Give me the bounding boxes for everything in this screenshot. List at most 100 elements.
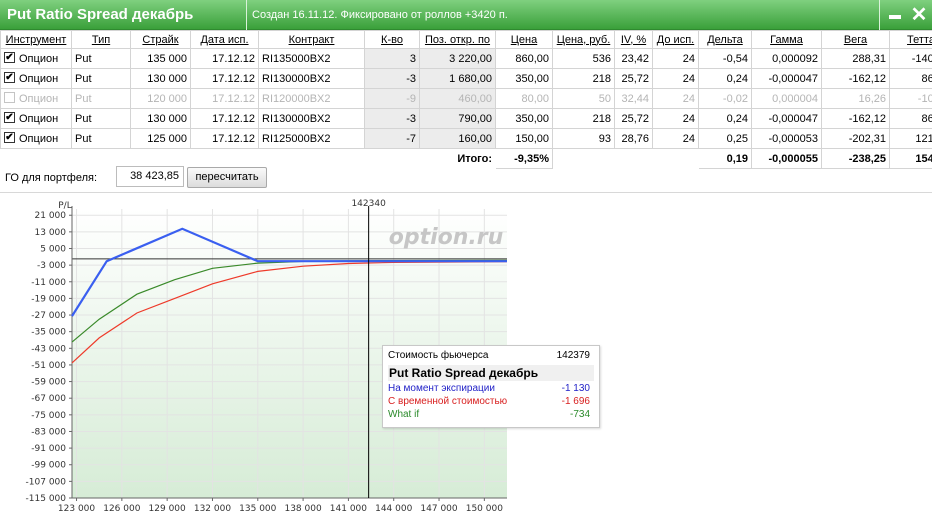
cell-date: 17.12.12 — [190, 108, 259, 129]
table-row[interactable]: ✔ Опцион Put 125 000 17.12.12 RI125000BX2 -7 16… — [0, 128, 932, 149]
col-header-price-rub[interactable]: Цена, руб. — [552, 30, 615, 49]
cell-open-price[interactable]: 790,00 — [419, 108, 496, 129]
col-header-date[interactable]: Дата исп. — [190, 30, 259, 49]
cell-vega: -162,12 — [821, 108, 890, 129]
cell-open-price[interactable]: 460,00 — [419, 88, 496, 109]
cell-date: 17.12.12 — [190, 128, 259, 149]
row-checkbox[interactable]: ✔ — [4, 112, 15, 124]
cell-theta: -140,67 — [889, 48, 932, 69]
cell-theta: 86,87 — [889, 68, 932, 89]
tooltip-futures-label: Стоимость фьючерса — [388, 350, 489, 361]
cell-theta: 121,22 — [889, 128, 932, 149]
row-checkbox[interactable] — [4, 92, 15, 104]
col-header-gamma[interactable]: Гамма — [751, 30, 822, 49]
cell-qty[interactable]: -9 — [364, 88, 420, 109]
cell-instrument-label: Опцион — [19, 92, 59, 105]
y-tick-label: -91 000 — [31, 444, 66, 454]
table-row[interactable]: ✔ Опцион Put 130 000 17.12.12 RI130000BX2 -3 79… — [0, 108, 932, 129]
y-tick-label: -83 000 — [31, 427, 66, 437]
cell-contract: RI125000BX2 — [258, 128, 365, 149]
cell-gamma: -0,000053 — [751, 128, 822, 149]
col-header-instrument[interactable]: Инструмент — [0, 30, 72, 49]
cell-strike: 135 000 — [130, 48, 191, 69]
cell-to-exp: 24 — [652, 88, 699, 109]
cell-qty[interactable]: -7 — [364, 128, 420, 149]
col-header-delta[interactable]: Дельта — [698, 30, 752, 49]
cell-qty[interactable]: -3 — [364, 108, 420, 129]
tooltip-time-value-value: -1 696 — [561, 396, 590, 407]
col-header-qty[interactable]: К-во — [364, 30, 420, 49]
col-header-contract[interactable]: Контракт — [258, 30, 365, 49]
totals-pct: -9,35% — [495, 148, 553, 169]
total-empty — [553, 149, 615, 169]
cell-instrument-label: Опцион — [19, 112, 59, 125]
title-bar: Put Ratio Spread декабрь Создан 16.11.12… — [0, 0, 932, 30]
cell-iv: 32,44 — [614, 88, 653, 109]
cell-qty[interactable]: -3 — [364, 68, 420, 89]
cell-contract: RI130000BX2 — [258, 68, 365, 89]
cell-date: 17.12.12 — [190, 68, 259, 89]
cell-contract: RI130000BX2 — [258, 108, 365, 129]
cell-price-rub: 93 — [552, 128, 615, 149]
x-tick-label: 147 000 — [420, 504, 457, 514]
x-tick-label: 126 000 — [103, 504, 140, 514]
cell-price-rub: 536 — [552, 48, 615, 69]
y-tick-label: 5 000 — [40, 245, 66, 255]
cell-qty[interactable]: 3 — [364, 48, 420, 69]
col-header-theta[interactable]: Тетта — [889, 30, 932, 49]
cell-type: Put — [71, 88, 131, 109]
margin-value-field[interactable]: 38 423,85 — [116, 166, 184, 187]
cell-type: Put — [71, 128, 131, 149]
cell-strike: 130 000 — [130, 68, 191, 89]
window-title: Put Ratio Spread декабрь — [7, 6, 194, 23]
recalculate-button[interactable]: пересчитать — [187, 167, 267, 188]
cell-price: 350,00 — [495, 68, 553, 89]
table-row[interactable]: ✔ Опцион Put 130 000 17.12.12 RI130000BX2 -3 1 … — [0, 68, 932, 89]
tooltip-expiration-row: На момент экспирации -1 130 — [388, 382, 594, 395]
y-tick-label: -75 000 — [31, 411, 66, 421]
table-row[interactable]: Опцион Put 120 000 17.12.12 RI120000BX2 -9 460… — [0, 88, 932, 109]
cell-delta: 0,24 — [698, 68, 752, 89]
col-header-iv[interactable]: IV, % — [614, 30, 653, 49]
tooltip-expiration-label: На момент экспирации — [388, 383, 495, 394]
x-tick-label: 144 000 — [375, 504, 412, 514]
col-header-strike[interactable]: Страйк — [130, 30, 191, 49]
col-header-to-exp[interactable]: До исп. — [652, 30, 699, 49]
tooltip-futures-value: 142379 — [556, 350, 590, 361]
cell-instrument-label: Опцион — [19, 72, 59, 85]
y-tick-label: -11 000 — [31, 278, 66, 288]
table-row[interactable]: ✔ Опцион Put 135 000 17.12.12 RI135000BX2 3 3 2… — [0, 48, 932, 69]
cell-price: 80,00 — [495, 88, 553, 109]
minimize-button[interactable] — [884, 4, 906, 26]
y-tick-label: -107 000 — [26, 477, 67, 487]
cell-open-price[interactable]: 1 680,00 — [419, 68, 496, 89]
cell-gamma: -0,000047 — [751, 68, 822, 89]
cell-vega: 288,31 — [821, 48, 890, 69]
total-empty — [191, 149, 259, 169]
col-header-vega[interactable]: Вега — [821, 30, 890, 49]
col-header-price[interactable]: Цена — [495, 30, 553, 49]
cell-strike: 125 000 — [130, 128, 191, 149]
cell-open-price[interactable]: 160,00 — [419, 128, 496, 149]
col-header-type[interactable]: Тип — [71, 30, 131, 49]
total-empty — [615, 149, 653, 169]
tooltip-title: Put Ratio Spread декабрь — [388, 365, 594, 381]
row-checkbox[interactable]: ✔ — [4, 72, 15, 84]
cell-vega: 16,26 — [821, 88, 890, 109]
x-tick-label: 150 000 — [466, 504, 503, 514]
y-tick-label: -19 000 — [31, 294, 66, 304]
y-tick-label: -35 000 — [31, 328, 66, 338]
x-tick-label: 135 000 — [239, 504, 276, 514]
cell-instrument: ✔ Опцион — [0, 68, 72, 89]
y-tick-label: 13 000 — [35, 228, 67, 238]
row-checkbox[interactable]: ✔ — [4, 52, 15, 64]
row-checkbox[interactable]: ✔ — [4, 132, 15, 144]
col-header-open-price[interactable]: Поз. откр. по — [419, 30, 496, 49]
y-tick-label: -59 000 — [31, 378, 66, 388]
cell-vega: -162,12 — [821, 68, 890, 89]
cell-open-price[interactable]: 3 220,00 — [419, 48, 496, 69]
cell-to-exp: 24 — [652, 108, 699, 129]
close-button[interactable]: ✕ — [908, 4, 930, 26]
cell-delta: -0,02 — [698, 88, 752, 109]
put-ratio-spread-window: { "window": { "title": "Put Ratio Spread… — [0, 0, 932, 525]
